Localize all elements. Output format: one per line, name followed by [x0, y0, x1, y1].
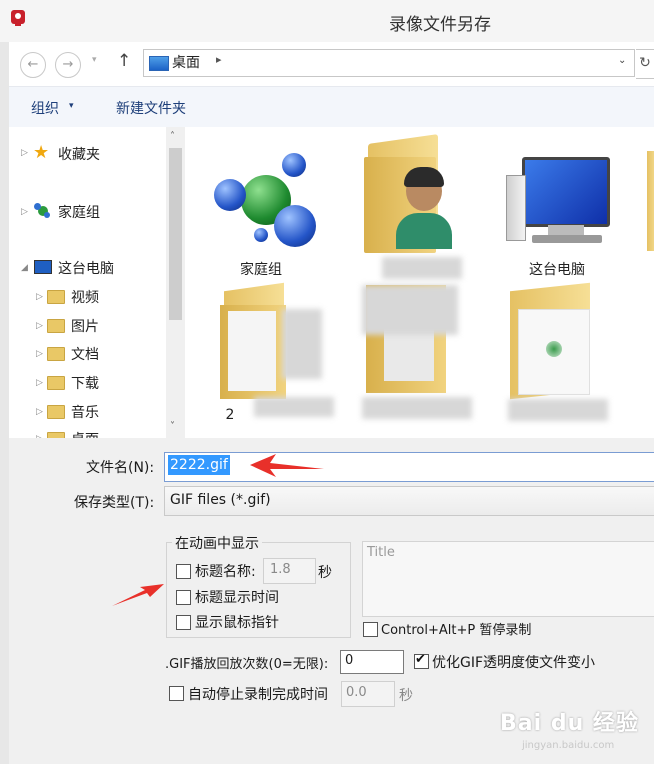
- folder-icon: [504, 282, 614, 403]
- seconds-unit: 秒: [318, 565, 332, 581]
- command-bar: [9, 86, 654, 128]
- star-icon: ★: [33, 142, 50, 163]
- file-item[interactable]: [362, 134, 472, 285]
- auto-stop-value[interactable]: 0.0: [346, 685, 367, 700]
- sidebar-item-music[interactable]: 音乐: [71, 402, 99, 424]
- desktop-icon: [149, 56, 169, 71]
- back-button[interactable]: ←: [20, 52, 46, 78]
- scroll-up-icon[interactable]: ˄: [170, 131, 175, 142]
- filename-value[interactable]: 2222.gif: [168, 455, 230, 475]
- title-textarea[interactable]: [362, 541, 654, 617]
- watermark-url: jingyan.baidu.com: [522, 740, 615, 751]
- pause-hotkey-checkbox[interactable]: [363, 622, 378, 637]
- expand-arrow-icon[interactable]: ▷: [36, 378, 43, 388]
- blurred-label: [362, 397, 472, 419]
- pictures-folder-icon: [47, 319, 65, 333]
- refresh-button[interactable]: ↻: [636, 49, 654, 79]
- file-item-label: 2: [225, 407, 235, 423]
- title-placeholder[interactable]: Title: [367, 545, 395, 560]
- window-title: 录像文件另存: [389, 15, 491, 35]
- blurred-label: [254, 397, 334, 417]
- expand-arrow-icon[interactable]: ▷: [36, 349, 43, 359]
- annotation-arrow-icon: [112, 584, 164, 606]
- show-title-time-label[interactable]: 标题显示时间: [195, 587, 279, 607]
- expand-arrow-icon[interactable]: ▷: [36, 321, 43, 331]
- file-item-label: 家庭组: [240, 262, 282, 278]
- expand-arrow-icon[interactable]: ▷: [21, 207, 28, 217]
- navigation-pane: ▷ ★ 收藏夹 ▷ 家庭组 ◢ 这台电脑 ▷ 视频 ▷ 图片 ▷ 文档 ▷ 下载…: [9, 127, 186, 438]
- sidebar-item-this-pc[interactable]: 这台电脑: [58, 258, 114, 280]
- documents-folder-icon: [47, 347, 65, 361]
- homegroup-icon: [206, 145, 316, 255]
- scroll-down-icon[interactable]: ˅: [170, 421, 175, 432]
- blurred-label: [508, 399, 608, 421]
- expand-arrow-icon[interactable]: ▷: [36, 407, 43, 417]
- up-button[interactable]: ↑: [117, 51, 131, 71]
- show-title-checkbox[interactable]: [176, 564, 191, 579]
- file-item-label: 这台电脑: [529, 262, 585, 278]
- address-location[interactable]: 桌面: [172, 52, 200, 72]
- forward-button[interactable]: →: [55, 52, 81, 78]
- filetype-label: 保存类型(T):: [74, 495, 155, 511]
- window-frame: [0, 42, 9, 764]
- chevron-right-icon[interactable]: ▸: [216, 53, 222, 66]
- computer-icon: [34, 260, 52, 274]
- folder-icon: [647, 151, 654, 251]
- filename-label: 文件名(N):: [86, 460, 155, 476]
- animation-options-title: 在动画中显示: [172, 533, 262, 553]
- downloads-folder-icon: [47, 376, 65, 390]
- homegroup-icon: [34, 203, 50, 219]
- optimize-gif-label[interactable]: 优化GIF透明度使文件变小: [432, 652, 595, 672]
- watermark: Bai du 经验: [500, 711, 639, 736]
- sidebar-item-videos[interactable]: 视频: [71, 287, 99, 309]
- chevron-down-icon[interactable]: ⌄: [618, 55, 626, 66]
- collapse-arrow-icon[interactable]: ◢: [21, 263, 28, 273]
- show-cursor-checkbox[interactable]: [176, 615, 191, 630]
- show-cursor-label[interactable]: 显示鼠标指针: [195, 612, 279, 632]
- expand-arrow-icon[interactable]: ▷: [21, 148, 28, 158]
- file-item[interactable]: 家庭组: [206, 145, 316, 295]
- file-item[interactable]: 这台电脑: [502, 149, 612, 299]
- title-seconds-value[interactable]: 1.8: [270, 562, 291, 577]
- sidebar-item-downloads[interactable]: 下载: [71, 373, 99, 395]
- pause-hotkey-label[interactable]: Control+Alt+P 暂停录制: [381, 619, 531, 638]
- user-folder-icon: [362, 134, 472, 255]
- new-folder-button[interactable]: 新建文件夹: [116, 98, 186, 118]
- app-icon-tail: [15, 22, 21, 26]
- loop-count-label: .GIF播放回放次数(0=无限):: [165, 657, 329, 672]
- filename-field[interactable]: [164, 452, 654, 482]
- blurred-region: [362, 285, 458, 335]
- sidebar-item-desktop[interactable]: 桌面: [71, 429, 99, 438]
- auto-stop-label[interactable]: 自动停止录制完成时间: [188, 684, 328, 704]
- sidebar-item-documents[interactable]: 文档: [71, 344, 99, 366]
- filetype-value[interactable]: GIF files (*.gif): [170, 492, 271, 508]
- loop-count-value[interactable]: 0: [345, 653, 353, 668]
- scrollbar-thumb[interactable]: [169, 148, 182, 320]
- sidebar-item-pictures[interactable]: 图片: [71, 316, 99, 338]
- sidebar-item-homegroup[interactable]: 家庭组: [58, 202, 100, 224]
- sidebar-item-favorites[interactable]: 收藏夹: [58, 144, 100, 166]
- file-item[interactable]: [362, 275, 472, 425]
- optimize-gif-checkbox[interactable]: [414, 652, 429, 669]
- file-list: 家庭组 这台电脑 2: [186, 127, 654, 438]
- organize-caret-icon[interactable]: ▾: [69, 101, 74, 111]
- auto-stop-checkbox[interactable]: [169, 686, 184, 701]
- organize-button[interactable]: 组织: [31, 98, 59, 118]
- blurred-region: [282, 309, 322, 379]
- show-title-time-checkbox[interactable]: [176, 590, 191, 605]
- expand-arrow-icon[interactable]: ▷: [36, 292, 43, 302]
- annotation-arrow-icon: [250, 454, 324, 477]
- music-folder-icon: [47, 405, 65, 419]
- show-title-label[interactable]: 标题名称:: [195, 561, 256, 581]
- recent-locations-icon[interactable]: ▾: [92, 55, 97, 65]
- auto-stop-unit: 秒: [399, 688, 413, 704]
- videos-folder-icon: [47, 290, 65, 304]
- file-item[interactable]: [504, 282, 614, 433]
- computer-icon: [502, 149, 612, 259]
